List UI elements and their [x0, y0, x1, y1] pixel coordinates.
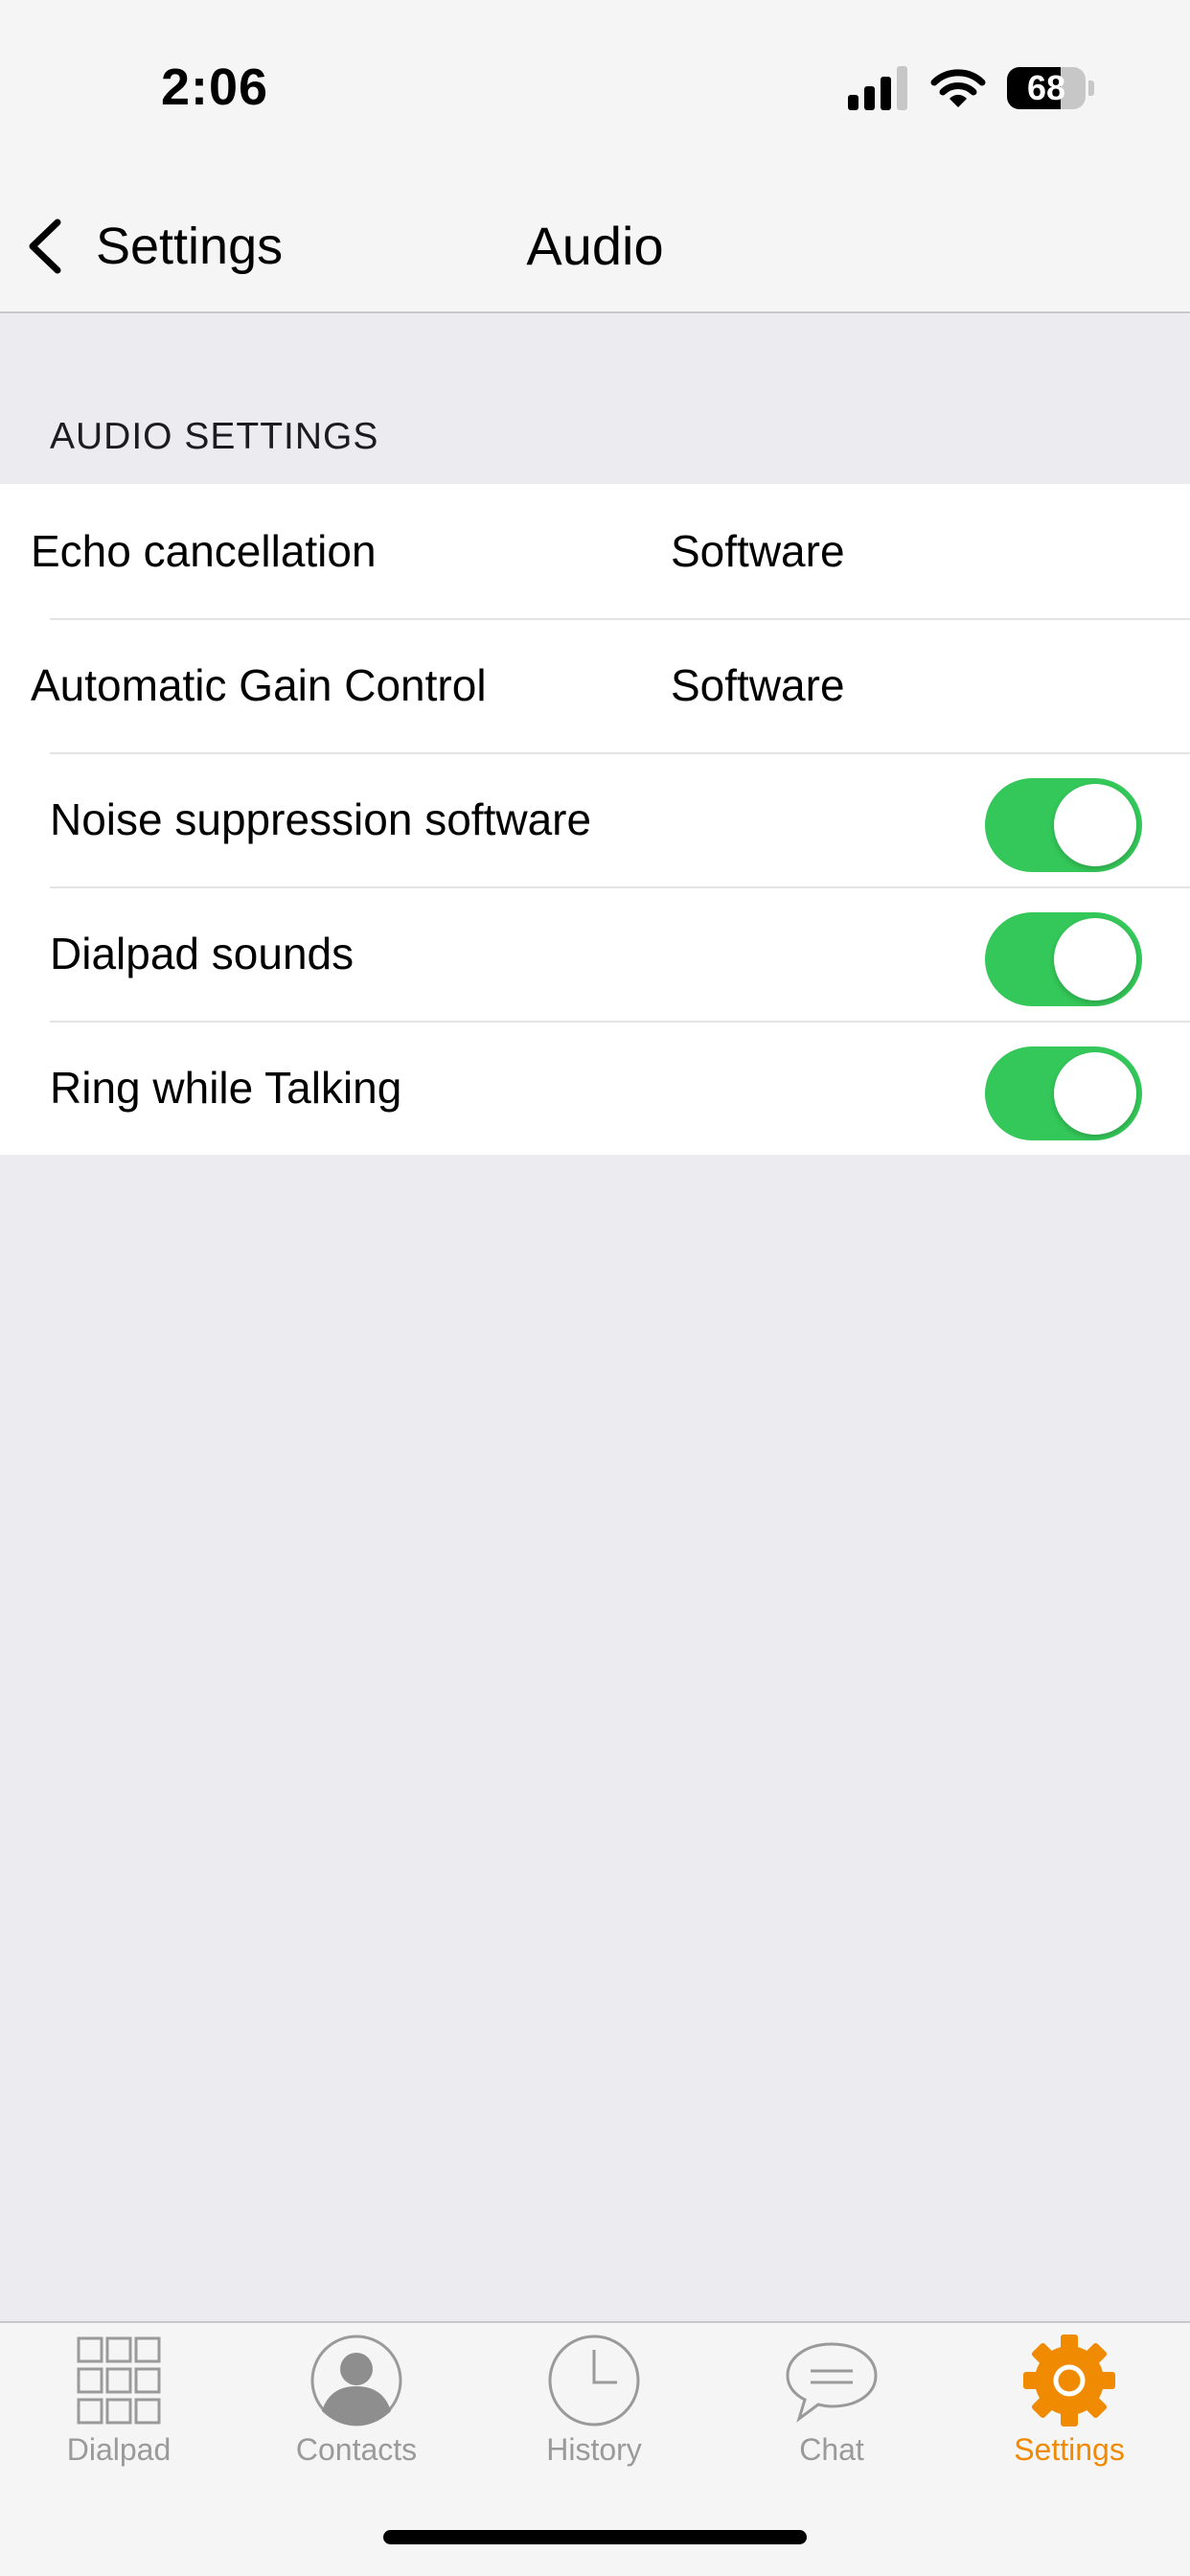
automatic-gain-control-row[interactable]: Automatic Gain Control Software: [0, 618, 1190, 752]
tab-label: Chat: [799, 2432, 864, 2467]
row-label: Noise suppression software: [50, 794, 592, 844]
row-value: Software: [671, 660, 845, 710]
status-time: 2:06: [161, 58, 269, 116]
battery-level: 68: [1026, 68, 1066, 107]
tab-history[interactable]: History: [475, 2333, 713, 2496]
contact-person-icon: [310, 2334, 402, 2426]
battery-icon: 68: [1007, 67, 1086, 109]
ring-while-talking-toggle[interactable]: [985, 1046, 1142, 1140]
clock-icon: [548, 2334, 640, 2426]
battery-nub: [1088, 80, 1094, 96]
tab-label: Dialpad: [66, 2432, 172, 2467]
chat-bubble-icon: [786, 2342, 878, 2423]
row-label: Ring while Talking: [50, 1063, 402, 1113]
toggle-knob: [1054, 918, 1136, 1000]
tab-chat[interactable]: Chat: [713, 2333, 950, 2496]
ring-while-talking-row: Ring while Talking: [0, 1021, 1190, 1155]
row-label: Dialpad sounds: [50, 929, 355, 978]
toggle-knob: [1054, 784, 1136, 866]
dialpad-sounds-toggle[interactable]: [985, 912, 1142, 1006]
noise-suppression-row: Noise suppression software: [0, 752, 1190, 886]
gear-icon: [1023, 2334, 1115, 2426]
status-icons: 68: [848, 63, 1094, 113]
audio-settings-list: Echo cancellation Software Automatic Gai…: [0, 484, 1190, 1155]
row-label: Echo cancellation: [31, 526, 377, 576]
section-header: AUDIO SETTINGS: [50, 416, 379, 457]
echo-cancellation-row[interactable]: Echo cancellation Software: [0, 484, 1190, 618]
noise-suppression-toggle[interactable]: [985, 778, 1142, 872]
tab-label: Contacts: [295, 2432, 418, 2467]
dialpad-grid-icon: [77, 2336, 161, 2425]
home-indicator[interactable]: [383, 2530, 807, 2544]
header: 2:06 68 Settings Audio: [0, 0, 1190, 313]
tab-label: History: [546, 2432, 642, 2467]
wifi-icon: [930, 69, 986, 107]
row-value: Software: [671, 526, 845, 576]
cellular-signal-icon: [848, 66, 907, 110]
dialpad-sounds-row: Dialpad sounds: [0, 886, 1190, 1021]
tab-dialpad[interactable]: Dialpad: [0, 2333, 238, 2496]
tab-contacts[interactable]: Contacts: [238, 2333, 475, 2496]
row-label: Automatic Gain Control: [31, 660, 487, 710]
tab-settings[interactable]: Settings: [950, 2333, 1188, 2496]
toggle-knob: [1054, 1052, 1136, 1135]
page-title: Audio: [526, 216, 664, 276]
tab-label: Settings: [1014, 2432, 1125, 2467]
